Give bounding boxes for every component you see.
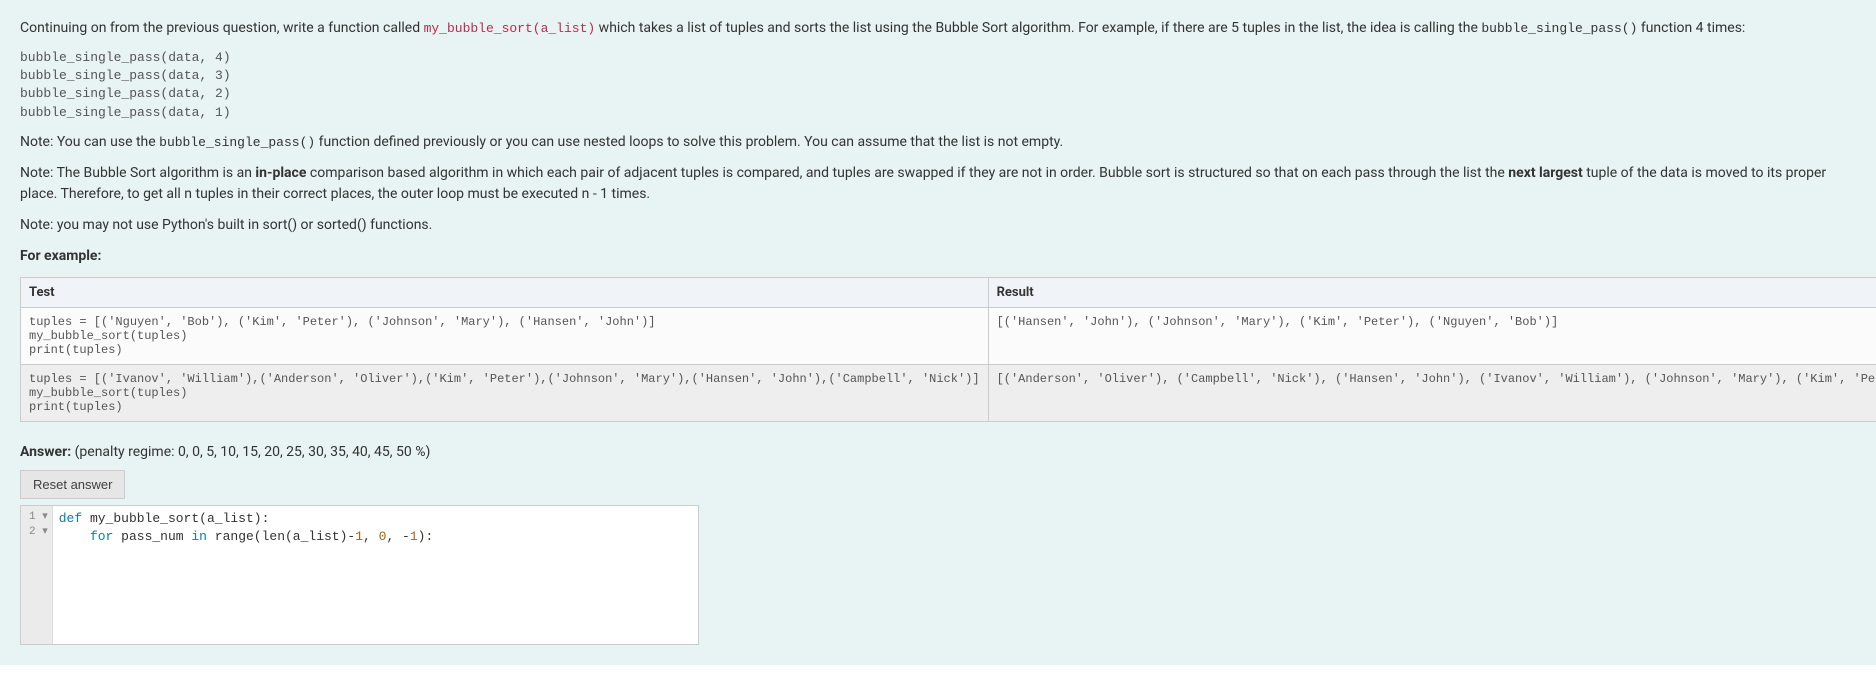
note2-mid1: comparison based algorithm in which each… xyxy=(306,165,1508,181)
intro-code-2: bubble_single_pass() xyxy=(1481,21,1637,36)
intro-paragraph: Continuing on from the previous question… xyxy=(20,18,1856,39)
question-text: Continuing on from the previous question… xyxy=(20,18,1856,267)
example-table: Test Result tuples = [('Nguyen', 'Bob'),… xyxy=(20,277,1876,422)
reset-answer-button[interactable]: Reset answer xyxy=(20,470,125,499)
gutter-line-1: 1 ▾ xyxy=(29,510,48,525)
note-1: Note: You can use the bubble_single_pass… xyxy=(20,132,1856,153)
penalty-regime-text: (penalty regime: 0, 0, 5, 10, 15, 20, 25… xyxy=(75,444,431,460)
kw-for: for xyxy=(90,529,113,544)
question-box: Continuing on from the previous question… xyxy=(0,0,1876,665)
for-example-header: For example: xyxy=(20,246,1856,267)
kw-def: def xyxy=(59,511,82,526)
line1-rest: my_bubble_sort(a_list): xyxy=(82,511,269,526)
table-row: tuples = [('Nguyen', 'Bob'), ('Kim', 'Pe… xyxy=(21,307,1876,364)
code-area[interactable]: def my_bubble_sort(a_list): for pass_num… xyxy=(53,506,699,644)
table-cell-test: tuples = [('Ivanov', 'William'),('Anders… xyxy=(21,364,989,421)
intro-code-1: my_bubble_sort(a_list) xyxy=(424,21,596,36)
note2-bold-nextlargest: next largest xyxy=(1508,165,1582,181)
intro-mid: which takes a list of tuples and sorts t… xyxy=(595,20,1481,36)
num-1a: 1 xyxy=(355,529,363,544)
line2-end: ): xyxy=(418,529,434,544)
kw-in: in xyxy=(191,529,207,544)
note2-bold-inplace: in-place xyxy=(255,165,306,181)
num-1b: 1 xyxy=(410,529,418,544)
note-2: Note: The Bubble Sort algorithm is an in… xyxy=(20,163,1856,205)
note1-suffix: function defined previously or you can u… xyxy=(315,134,1063,150)
note2-prefix: Note: The Bubble Sort algorithm is an xyxy=(20,165,255,181)
table-cell-result: [('Anderson', 'Oliver'), ('Campbell', 'N… xyxy=(988,364,1876,421)
code-editor[interactable]: 1 ▾2 ▾ def my_bubble_sort(a_list): for p… xyxy=(20,505,699,645)
table-header-test: Test xyxy=(21,277,989,307)
example-calls-block: bubble_single_pass(data, 4) bubble_singl… xyxy=(20,49,1856,122)
line2-mid1: pass_num xyxy=(113,529,191,544)
table-cell-result: [('Hansen', 'John'), ('Johnson', 'Mary')… xyxy=(988,307,1876,364)
note-3: Note: you may not use Python's built in … xyxy=(20,215,1856,236)
intro-suffix: function 4 times: xyxy=(1637,20,1745,36)
answer-row: Answer: (penalty regime: 0, 0, 5, 10, 15… xyxy=(20,444,1856,460)
answer-label: Answer: xyxy=(20,444,71,460)
table-header-result: Result xyxy=(988,277,1876,307)
line2-c2: , - xyxy=(386,529,409,544)
editor-gutter: 1 ▾2 ▾ xyxy=(21,506,53,644)
line2-c1: , xyxy=(363,529,379,544)
table-cell-test: tuples = [('Nguyen', 'Bob'), ('Kim', 'Pe… xyxy=(21,307,989,364)
line2-indent xyxy=(59,529,90,544)
intro-prefix: Continuing on from the previous question… xyxy=(20,20,424,36)
gutter-line-2: 2 ▾ xyxy=(29,525,48,540)
note1-code: bubble_single_pass() xyxy=(159,135,315,150)
note1-prefix: Note: You can use the xyxy=(20,134,159,150)
table-row: tuples = [('Ivanov', 'William'),('Anders… xyxy=(21,364,1876,421)
line2-mid2: range(len(a_list)- xyxy=(207,529,355,544)
